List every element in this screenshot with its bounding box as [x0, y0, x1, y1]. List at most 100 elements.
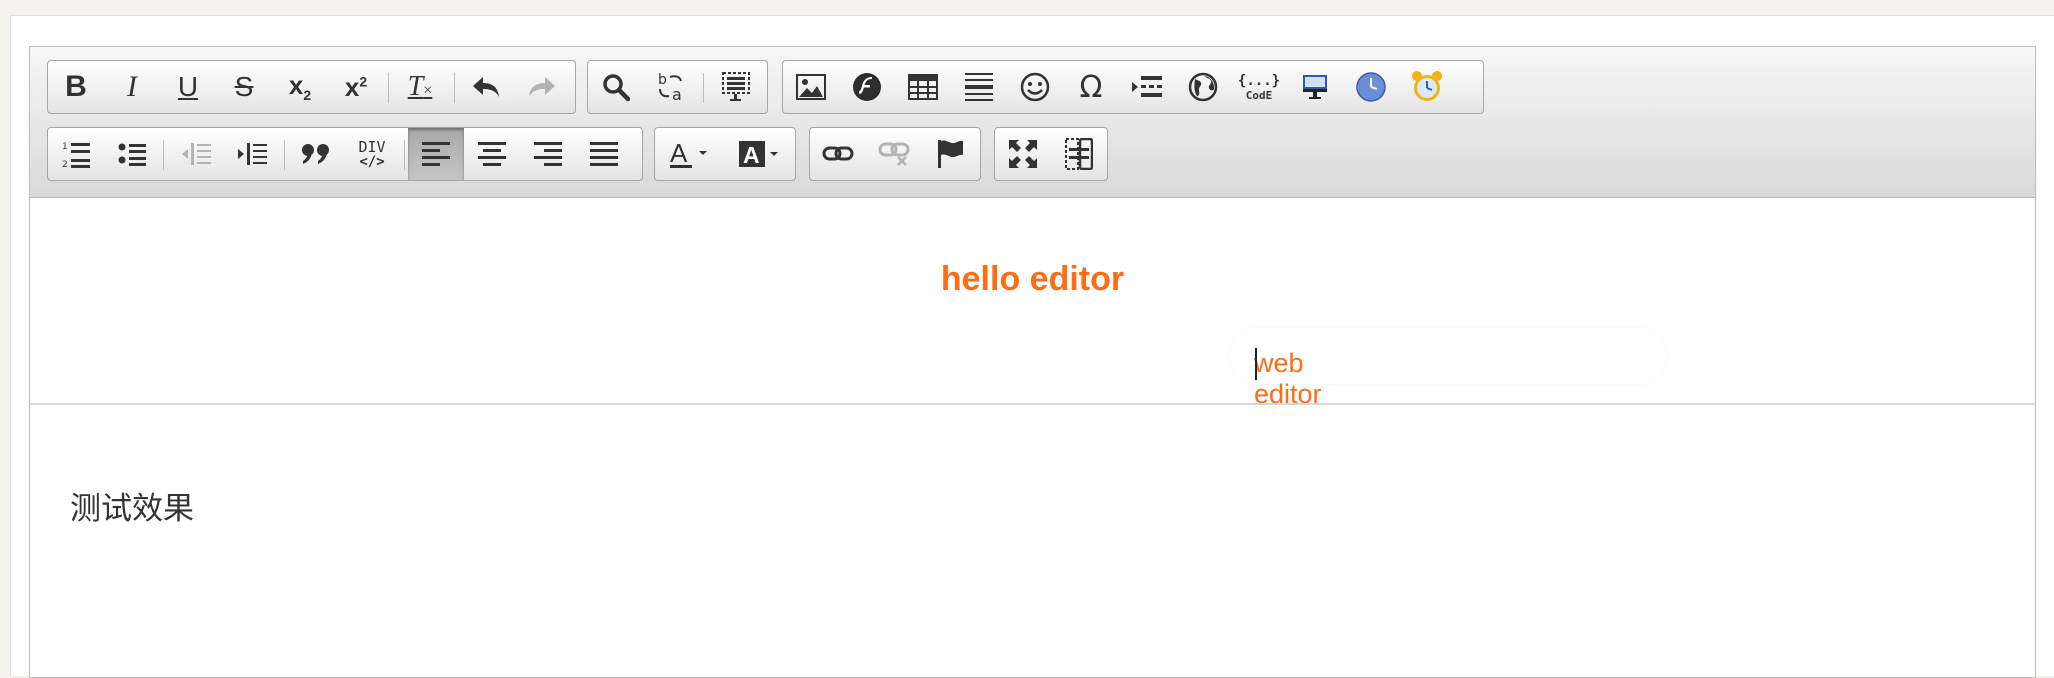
image-icon: [796, 74, 826, 100]
div-code-glyph: </>: [359, 153, 385, 170]
bulleted-list-button[interactable]: [104, 128, 160, 180]
editor-toolbar: B I U S x2 x2 T× b a Ω {...} CodE 1 2 DI…: [30, 47, 2035, 198]
horizontal-line-button[interactable]: [951, 61, 1007, 113]
undo-button[interactable]: [458, 61, 514, 113]
numbered-list-button[interactable]: 12: [48, 128, 104, 180]
code-snippet-icon: {...} CodE: [1238, 73, 1280, 102]
alarm-clock-icon: [1412, 71, 1442, 101]
text-color-button[interactable]: A: [655, 128, 725, 180]
code-snippet-button[interactable]: {...} CodE: [1231, 61, 1287, 113]
subscript-icon: x2: [288, 70, 312, 104]
indent-button[interactable]: [224, 128, 280, 180]
div-container-icon: DIV </>: [358, 139, 385, 170]
replace-icon: ba: [658, 72, 682, 103]
align-left-button[interactable]: [408, 128, 464, 180]
insert-group: Ω {...} CodE: [782, 60, 1484, 114]
alarm-clock-button[interactable]: [1399, 61, 1455, 113]
redo-button[interactable]: [514, 61, 570, 113]
subscript-label: 2: [303, 87, 312, 104]
template-button[interactable]: [1287, 61, 1343, 113]
div-container-button[interactable]: DIV </>: [344, 128, 400, 180]
flash-icon: [853, 73, 881, 101]
clock-icon: [1356, 72, 1386, 102]
special-char-button[interactable]: Ω: [1063, 61, 1119, 113]
editor-content-area[interactable]: hello editor web editor: [30, 198, 2035, 409]
smiley-icon: [1020, 72, 1050, 102]
svg-text:a: a: [672, 85, 682, 103]
subscript-button[interactable]: x2: [272, 61, 328, 113]
iframe-icon: [1188, 72, 1218, 102]
strikethrough-icon: S: [234, 71, 254, 102]
strikethrough-button[interactable]: S: [216, 61, 272, 113]
outdent-button[interactable]: [168, 128, 224, 180]
find-button[interactable]: [588, 61, 644, 113]
template-icon: [1303, 75, 1327, 99]
numbered-list-icon: 12: [62, 142, 90, 168]
text-color-icon: A: [670, 138, 707, 168]
clock-button[interactable]: [1343, 61, 1399, 113]
replace-button[interactable]: ba: [644, 61, 700, 113]
superscript-icon: x2: [344, 71, 368, 102]
svg-text:A: A: [743, 142, 760, 168]
justify-button[interactable]: [576, 128, 632, 180]
blockquote-button[interactable]: [288, 128, 344, 180]
svg-text:b: b: [658, 72, 667, 88]
align-right-icon: [534, 142, 562, 166]
justify-icon: [590, 142, 618, 166]
svg-text:2: 2: [62, 160, 68, 168]
tools-group: [994, 127, 1108, 181]
smiley-button[interactable]: [1007, 61, 1063, 113]
underline-button[interactable]: U: [160, 61, 216, 113]
page-break-button[interactable]: [1119, 61, 1175, 113]
show-blocks-button[interactable]: [1051, 128, 1107, 180]
undo-icon: [473, 77, 499, 97]
paragraph-group: 12 DIV </>: [47, 127, 643, 181]
basic-styles-group: B I U S x2 x2 T×: [47, 60, 576, 114]
table-button[interactable]: [895, 61, 951, 113]
special-char-icon: Ω: [1079, 69, 1103, 105]
anchor-button[interactable]: [922, 128, 978, 180]
select-all-icon: [722, 72, 750, 101]
content-heading: hello editor: [940, 260, 1125, 298]
colors-group: A A: [654, 127, 796, 181]
code-snippet-bottom: CodE: [1245, 88, 1273, 102]
remove-format-button[interactable]: T×: [392, 61, 448, 113]
unlink-button[interactable]: [866, 128, 922, 180]
inline-editable-field[interactable]: web editor: [1230, 328, 1666, 409]
image-button[interactable]: [783, 61, 839, 113]
inline-editable-value: web editor: [1254, 348, 1322, 409]
iframe-button[interactable]: [1175, 61, 1231, 113]
background-color-button[interactable]: A: [725, 128, 795, 180]
link-button[interactable]: [810, 128, 866, 180]
code-snippet-top: {...}: [1237, 72, 1281, 89]
maximize-icon: [1009, 140, 1037, 168]
body-text: 测试效果: [70, 491, 194, 527]
bold-button[interactable]: B: [48, 61, 104, 113]
unlink-icon: [878, 142, 910, 166]
italic-icon: I: [127, 70, 137, 103]
rich-text-editor: B I U S x2 x2 T× b a Ω {...} CodE 1 2 DI…: [29, 46, 2036, 678]
show-blocks-icon: [1065, 138, 1093, 170]
horizontal-line-icon: [965, 73, 993, 101]
superscript-label: 2: [359, 72, 368, 89]
select-all-button[interactable]: [708, 61, 764, 113]
text-caret: [1255, 348, 1257, 380]
outdent-icon: [182, 143, 211, 165]
flash-button[interactable]: [839, 61, 895, 113]
toolbar-separator: [703, 73, 704, 103]
link-icon: [822, 146, 854, 161]
maximize-button[interactable]: [995, 128, 1051, 180]
svg-text:A: A: [670, 138, 688, 168]
anchor-icon: [938, 140, 963, 168]
align-right-button[interactable]: [520, 128, 576, 180]
align-left-icon: [422, 142, 450, 166]
align-center-button[interactable]: [464, 128, 520, 180]
italic-button[interactable]: I: [104, 61, 160, 113]
toolbar-separator: [163, 140, 164, 170]
indent-icon: [238, 143, 267, 165]
page-break-icon: [1132, 76, 1162, 97]
toolbar-separator: [404, 140, 405, 170]
superscript-button[interactable]: x2: [328, 61, 384, 113]
underline-icon: U: [177, 71, 199, 102]
blockquote-icon: [302, 144, 329, 164]
